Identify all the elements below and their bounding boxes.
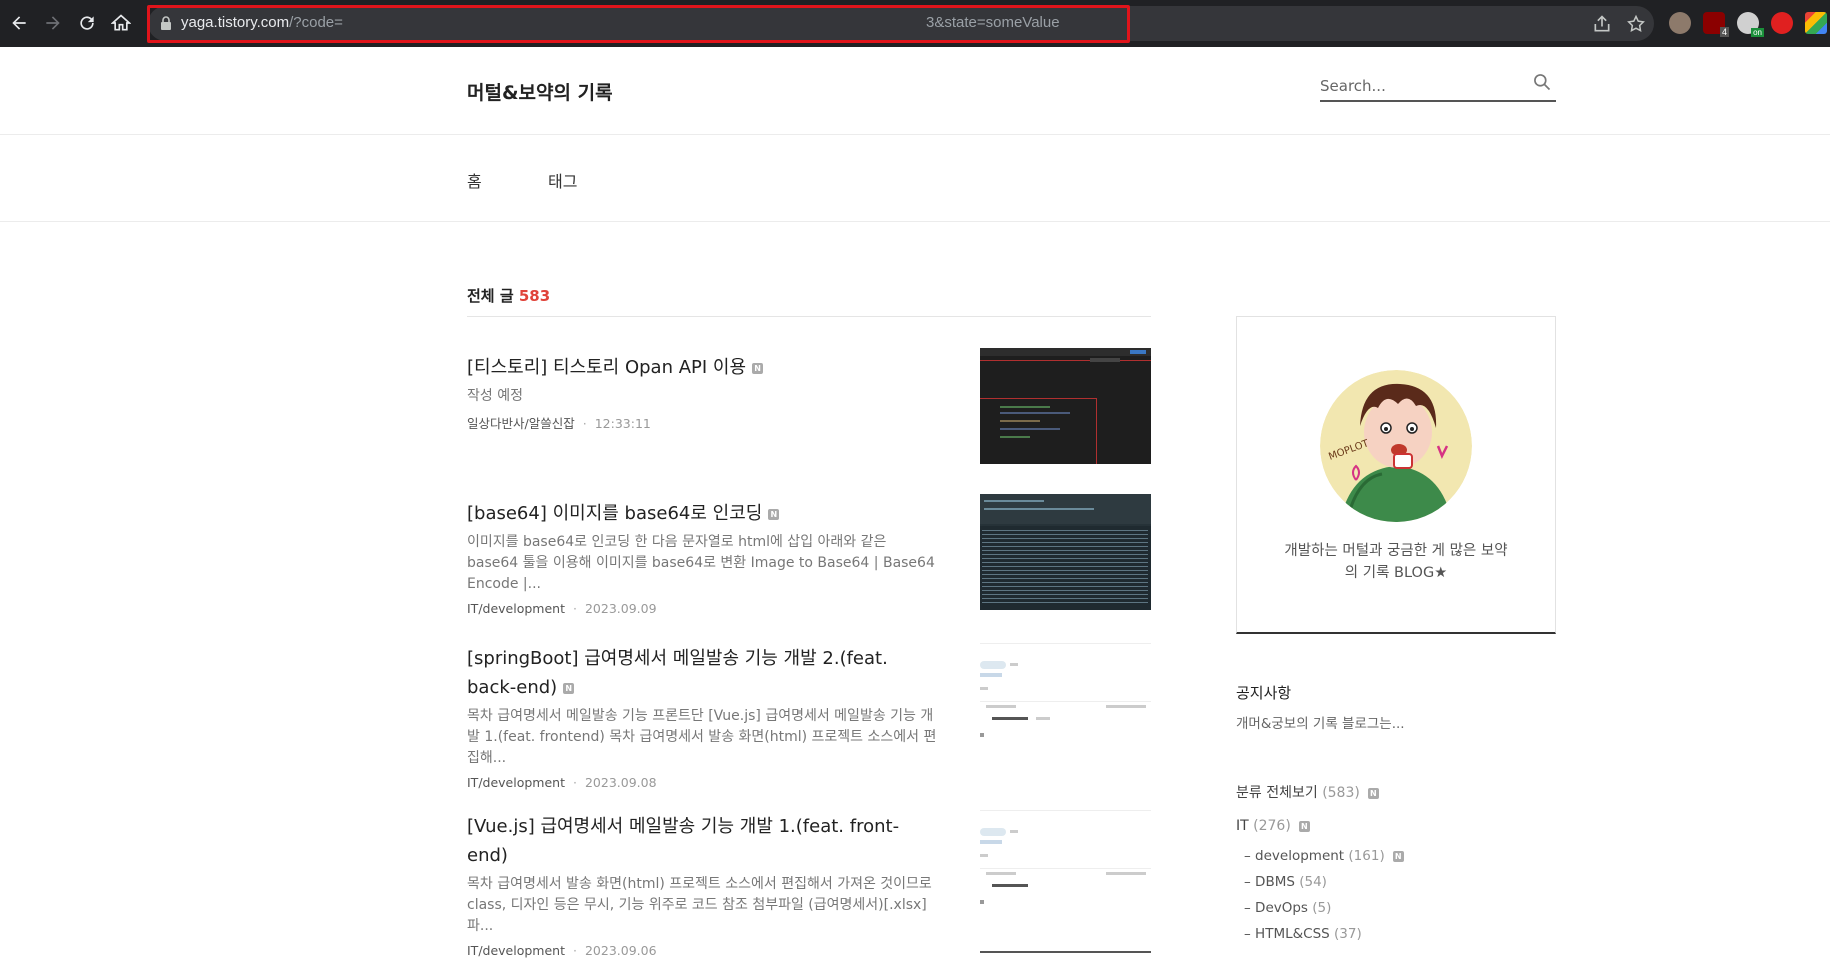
post-date: 2023.09.08: [584, 775, 657, 790]
post-summary: 목차 급여명세서 발송 화면(html) 프로젝트 소스에서 편집해서 가져온 …: [467, 876, 932, 934]
profile-avatar[interactable]: MOPLOT: [1320, 370, 1472, 522]
post-meta: IT/development · 2023.09.08: [467, 775, 657, 790]
notice-heading: 공지사항: [1236, 684, 1292, 702]
new-badge: N: [752, 362, 764, 374]
subcategory-development[interactable]: – development (161) N: [1244, 848, 1404, 864]
menu-item-home[interactable]: 홈: [467, 168, 482, 192]
post-thumbnail[interactable]: [980, 643, 1151, 759]
new-badge: N: [1392, 850, 1404, 862]
forward-arrow-icon[interactable]: [42, 12, 64, 34]
post-summary: 이미지를 base64로 인코딩 한 다음 문자열로 html에 삽입 아래와 …: [467, 534, 935, 592]
post-category[interactable]: IT/development: [467, 943, 565, 958]
header-divider: [0, 134, 1830, 135]
post-thumbnail[interactable]: [980, 348, 1151, 464]
category-it[interactable]: IT (276) N: [1236, 818, 1310, 834]
lock-icon[interactable]: [160, 16, 172, 30]
extension-avatar-icon[interactable]: [1669, 12, 1691, 34]
post-title[interactable]: [springBoot] 급여명세서 메일발송 기능 개발 2.(feat. b…: [467, 644, 937, 702]
reload-icon[interactable]: [76, 12, 98, 34]
share-icon[interactable]: [1592, 14, 1612, 34]
new-badge: N: [1367, 787, 1379, 799]
blog-title[interactable]: 머털&보약의 기록: [467, 78, 613, 105]
subcategory-dbms[interactable]: – DBMS (54): [1244, 874, 1327, 890]
category-all[interactable]: 분류 전체보기 (583) N: [1236, 782, 1379, 802]
profile-description: 개발하는 머털과 궁금한 게 많은 보약의 기록 BLOG★: [1284, 543, 1508, 581]
post-summary: 작성 예정: [467, 388, 523, 404]
url-text-tail[interactable]: 3&state=someValue: [926, 14, 1060, 31]
post-date: 2023.09.09: [584, 601, 657, 616]
home-icon[interactable]: [110, 12, 132, 34]
browser-toolbar: yaga.tistory.com/?code= 3&state=someValu…: [0, 0, 1830, 47]
post-title[interactable]: [Vue.js] 급여명세서 메일발송 기능 개발 1.(feat. front…: [467, 812, 937, 870]
search-input[interactable]: [1320, 74, 1520, 98]
new-badge: N: [1298, 820, 1310, 832]
url-text[interactable]: yaga.tistory.com/?code=: [181, 14, 343, 31]
search-box: [1320, 70, 1556, 102]
subcategory-devops[interactable]: – DevOps (5): [1244, 900, 1331, 916]
post-category[interactable]: IT/development: [467, 775, 565, 790]
post-category[interactable]: 일상다반사/알쓸신잡: [467, 416, 575, 431]
post-thumbnail[interactable]: [980, 494, 1151, 610]
post-date: 12:33:11: [594, 416, 651, 431]
post-title[interactable]: [티스토리] 티스토리 Opan API 이용 N: [467, 353, 937, 382]
menu-divider: [0, 221, 1830, 222]
red-extension-icon[interactable]: [1771, 12, 1793, 34]
subcategory-html-css[interactable]: – HTML&CSS (37): [1244, 926, 1362, 942]
menu-item-tag[interactable]: 태그: [548, 168, 577, 192]
post-category[interactable]: IT/development: [467, 601, 565, 616]
post-summary: 목차 급여명세서 메일발송 기능 프론트단 [Vue.js] 급여명세서 메일발…: [467, 708, 937, 766]
search-icon[interactable]: [1532, 72, 1552, 92]
new-badge: N: [563, 682, 575, 694]
google-extension-icon[interactable]: [1805, 12, 1827, 34]
list-divider: [467, 316, 1151, 317]
cloud-extension-icon[interactable]: on: [1737, 12, 1764, 37]
post-date: 2023.09.06: [584, 943, 657, 958]
ublock-extension-icon[interactable]: 4: [1703, 12, 1729, 37]
new-badge: N: [768, 508, 780, 520]
post-title[interactable]: [base64] 이미지를 base64로 인코딩 N: [467, 499, 937, 528]
post-thumbnail[interactable]: [980, 810, 1151, 926]
notice-text[interactable]: 개머&궁보의 기록 블로그는...: [1236, 712, 1405, 732]
all-posts-heading: 전체 글 583: [467, 287, 551, 305]
back-arrow-icon[interactable]: [8, 12, 30, 34]
bookmark-star-icon[interactable]: [1626, 14, 1646, 34]
